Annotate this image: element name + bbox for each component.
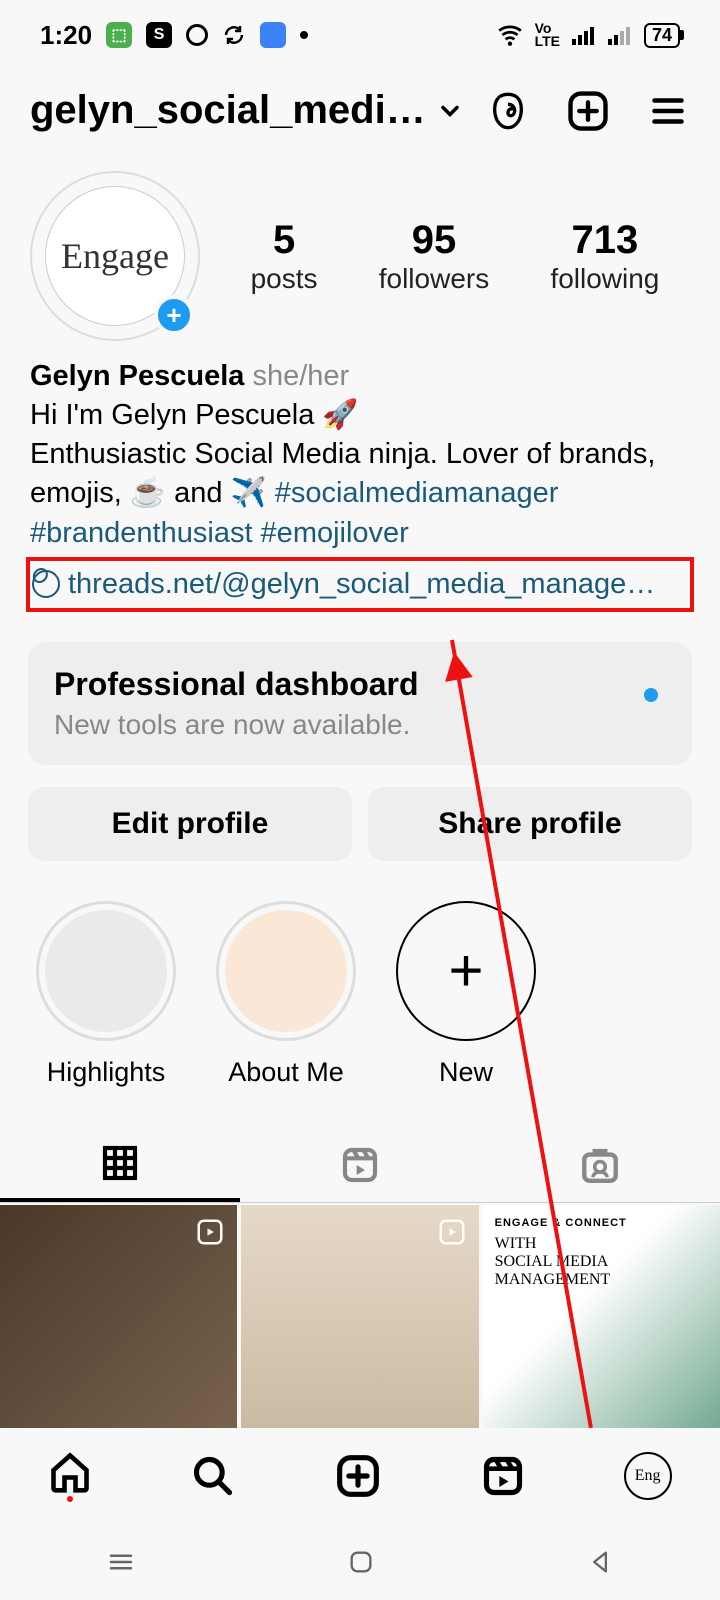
status-app-icon-1: ⬚ [106,22,132,48]
create-post-button[interactable] [566,89,610,133]
status-opera-icon [186,24,208,46]
profile-actions: Edit profile Share profile [0,765,720,861]
bio-link-text: threads.net/@gelyn_social_media_manage… [68,565,655,604]
highlight-label: About Me [228,1057,344,1088]
post-tile[interactable]: ENGAGE & CONNECT WITH SOCIAL MEDIA MANAG… [483,1205,720,1445]
bio-line-2: Enthusiastic Social Media ninja. Lover o… [30,435,690,552]
bio-link[interactable]: threads.net/@gelyn_social_media_manage… [26,557,694,612]
reel-badge-icon [195,1217,225,1247]
sys-back-button[interactable] [586,1548,614,1576]
status-more-dot [300,31,308,39]
nav-search[interactable] [189,1452,237,1500]
nav-profile[interactable]: Eng [624,1452,672,1500]
chevron-down-icon [436,97,464,125]
following-label: following [550,263,659,295]
post-tile[interactable] [0,1205,237,1445]
reel-badge-icon [437,1217,467,1247]
bottom-navigation: Eng [0,1428,720,1524]
posts-count: 5 [251,218,318,263]
username-dropdown[interactable]: gelyn_social_medi… [30,88,486,133]
threads-icon[interactable] [486,89,530,133]
system-navigation [0,1524,720,1600]
add-story-badge[interactable]: + [154,295,194,335]
dashboard-subtitle: New tools are now available. [54,709,666,741]
wifi-icon [497,24,523,46]
dashboard-title: Professional dashboard [54,666,666,703]
status-bar: 1:20 ⬚ S Vo LTE 74 [0,0,720,70]
followers-count: 95 [379,218,489,263]
nav-home[interactable] [48,1450,92,1502]
highlight-label: Highlights [47,1057,166,1088]
menu-button[interactable] [646,89,690,133]
sys-home-button[interactable] [347,1548,375,1576]
nav-create[interactable] [334,1452,382,1500]
status-app-icon-2: S [146,22,172,48]
tab-tagged[interactable] [480,1128,720,1202]
nav-reels[interactable] [479,1452,527,1500]
sys-recent-button[interactable] [106,1547,136,1577]
status-app-icon-3 [260,22,286,48]
posts-stat[interactable]: 5 posts [251,218,318,295]
status-sync-icon [222,23,246,47]
posts-label: posts [251,263,318,295]
followers-label: followers [379,263,489,295]
volte-indicator: Vo LTE [535,22,560,47]
followers-stat[interactable]: 95 followers [379,218,489,295]
username-text: gelyn_social_medi… [30,88,426,133]
edit-profile-button[interactable]: Edit profile [28,787,352,861]
tab-reels[interactable] [240,1128,480,1202]
tile-brand: ENGAGE & CONNECT [495,1217,708,1229]
pronouns: she/her [252,360,349,392]
link-icon [26,564,66,604]
profile-bio: Gelyn Pescuela she/her Hi I'm Gelyn Pesc… [0,351,720,622]
profile-stats-row: Engage + 5 posts 95 followers 713 follow… [0,141,720,351]
bio-line-1: Hi I'm Gelyn Pescuela 🚀 [30,396,690,435]
status-time: 1:20 [40,20,92,51]
add-highlight-button[interactable]: + New [396,901,536,1088]
dashboard-notification-dot [644,688,658,702]
post-tile[interactable] [241,1205,478,1445]
app-header: gelyn_social_medi… [0,70,720,141]
following-count: 713 [550,218,659,263]
display-name: Gelyn Pescuela [30,360,244,392]
profile-avatar[interactable]: Engage + [30,171,200,341]
tab-grid[interactable] [0,1128,240,1202]
post-grid: ENGAGE & CONNECT WITH SOCIAL MEDIA MANAG… [0,1205,720,1445]
home-notification-dot [67,1496,73,1502]
highlight-item[interactable]: About Me [216,901,356,1088]
professional-dashboard-card[interactable]: Professional dashboard New tools are now… [28,642,692,765]
story-highlights: Highlights About Me + New [0,861,720,1098]
highlight-label: New [439,1057,493,1088]
share-profile-button[interactable]: Share profile [368,787,692,861]
signal-icon-1 [572,25,596,45]
following-stat[interactable]: 713 following [550,218,659,295]
highlight-item[interactable]: Highlights [36,901,176,1088]
profile-tabs [0,1128,720,1203]
signal-icon-2 [608,25,632,45]
battery-indicator: 74 [644,23,680,48]
